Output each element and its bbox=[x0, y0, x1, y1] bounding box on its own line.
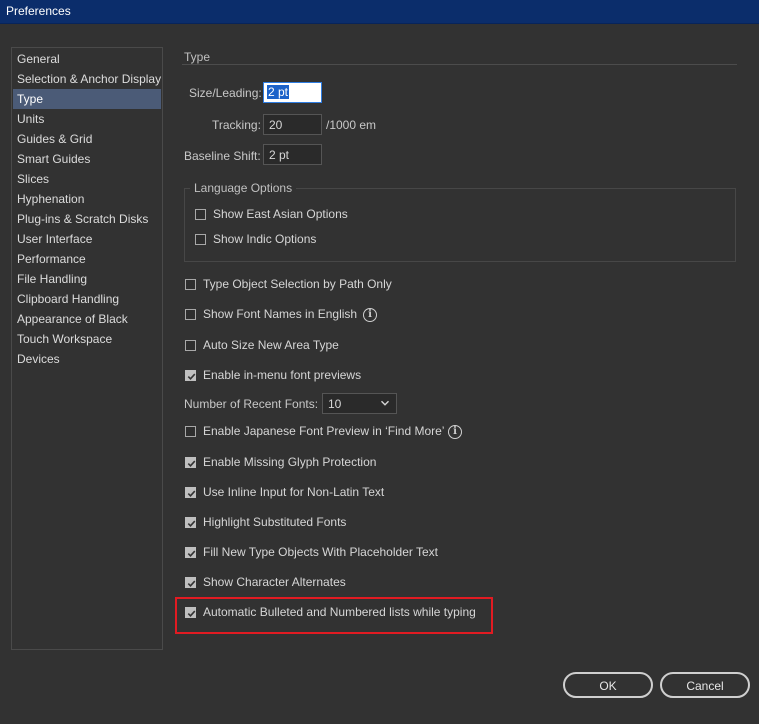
sidebar-item-performance[interactable]: Performance bbox=[13, 249, 161, 269]
section-title: Type bbox=[184, 50, 211, 64]
checkbox-checked bbox=[185, 457, 196, 468]
info-icon[interactable]: i bbox=[363, 308, 377, 322]
checkbox-box bbox=[185, 426, 196, 437]
checkbox-label: Enable Japanese Font Preview in ‘Find Mo… bbox=[203, 424, 445, 438]
baseline-shift-label: Baseline Shift: bbox=[184, 149, 261, 163]
checkbox-label: Type Object Selection by Path Only bbox=[203, 277, 392, 291]
sidebar-item-hyphenation[interactable]: Hyphenation bbox=[13, 189, 161, 209]
chevron-down-icon bbox=[381, 400, 389, 406]
sidebar-item-touch-workspace[interactable]: Touch Workspace bbox=[13, 329, 161, 349]
checkbox-box bbox=[195, 209, 206, 220]
sidebar-item-slices[interactable]: Slices bbox=[13, 169, 161, 189]
ok-button[interactable]: OK bbox=[563, 672, 653, 698]
checkbox-label: Use Inline Input for Non-Latin Text bbox=[203, 485, 385, 499]
checkbox-label: Enable in-menu font previews bbox=[203, 368, 362, 382]
checkmark-icon bbox=[187, 550, 196, 557]
checkmark-icon bbox=[187, 373, 196, 380]
checkbox-box bbox=[185, 309, 196, 320]
sidebar-item-units[interactable]: Units bbox=[13, 109, 161, 129]
checkbox-box bbox=[195, 234, 206, 245]
checkmark-icon bbox=[187, 490, 196, 497]
checkbox-box bbox=[185, 279, 196, 290]
language-options-group bbox=[184, 188, 736, 262]
sidebar-item-guides-grid[interactable]: Guides & Grid bbox=[13, 129, 161, 149]
size-leading-input[interactable]: 2 pt bbox=[263, 82, 322, 103]
language-options-title: Language Options bbox=[190, 181, 297, 195]
checkbox-box bbox=[185, 340, 196, 351]
checkbox-label: Show Character Alternates bbox=[203, 575, 346, 589]
tracking-label: Tracking: bbox=[212, 118, 261, 132]
checkmark-icon bbox=[187, 580, 196, 587]
checkbox-label: Show Font Names in English bbox=[203, 307, 358, 321]
checkbox-label: Auto Size New Area Type bbox=[203, 338, 339, 352]
info-icon[interactable]: i bbox=[448, 425, 462, 439]
sidebar-item-file-handling[interactable]: File Handling bbox=[13, 269, 161, 289]
section-divider bbox=[182, 64, 737, 65]
sidebar-item-smart-guides[interactable]: Smart Guides bbox=[13, 149, 161, 169]
sidebar-item-clipboard-handling[interactable]: Clipboard Handling bbox=[13, 289, 161, 309]
sidebar-item-user-interface[interactable]: User Interface bbox=[13, 229, 161, 249]
window-title: Preferences bbox=[0, 0, 759, 24]
checkmark-icon bbox=[187, 460, 196, 467]
checkbox-label: Show Indic Options bbox=[213, 232, 317, 246]
checkbox-checked bbox=[185, 487, 196, 498]
preferences-category-list: General Selection & Anchor Display Type … bbox=[11, 47, 163, 650]
tracking-input[interactable]: 20 bbox=[263, 114, 322, 135]
checkbox-checked bbox=[185, 517, 196, 528]
sidebar-item-selection-anchor-display[interactable]: Selection & Anchor Display bbox=[13, 69, 161, 89]
recent-fonts-value: 10 bbox=[328, 397, 342, 411]
checkmark-icon bbox=[187, 520, 196, 527]
baseline-shift-input[interactable]: 2 pt bbox=[263, 144, 322, 165]
sidebar-item-plugins-scratch-disks[interactable]: Plug-ins & Scratch Disks bbox=[13, 209, 161, 229]
sidebar-item-type[interactable]: Type bbox=[13, 89, 161, 109]
checkbox-label: Fill New Type Objects With Placeholder T… bbox=[203, 545, 438, 559]
checkbox-checked bbox=[185, 370, 196, 381]
sidebar-item-general[interactable]: General bbox=[13, 49, 161, 69]
size-leading-value: 2 pt bbox=[267, 85, 290, 99]
checkbox-label: Enable Missing Glyph Protection bbox=[203, 455, 377, 469]
annotation-highlight-box bbox=[175, 597, 493, 634]
checkbox-checked bbox=[185, 547, 196, 558]
recent-fonts-label: Number of Recent Fonts: bbox=[184, 397, 319, 411]
tracking-unit-label: /1000 em bbox=[326, 118, 377, 132]
sidebar-item-devices[interactable]: Devices bbox=[13, 349, 161, 369]
recent-fonts-select[interactable]: 10 bbox=[322, 393, 397, 414]
checkbox-label: Show East Asian Options bbox=[213, 207, 348, 221]
sidebar-item-appearance-of-black[interactable]: Appearance of Black bbox=[13, 309, 161, 329]
checkbox-checked bbox=[185, 577, 196, 588]
cancel-button[interactable]: Cancel bbox=[660, 672, 750, 698]
checkbox-label: Highlight Substituted Fonts bbox=[203, 515, 347, 529]
size-leading-label: Size/Leading: bbox=[189, 86, 262, 100]
